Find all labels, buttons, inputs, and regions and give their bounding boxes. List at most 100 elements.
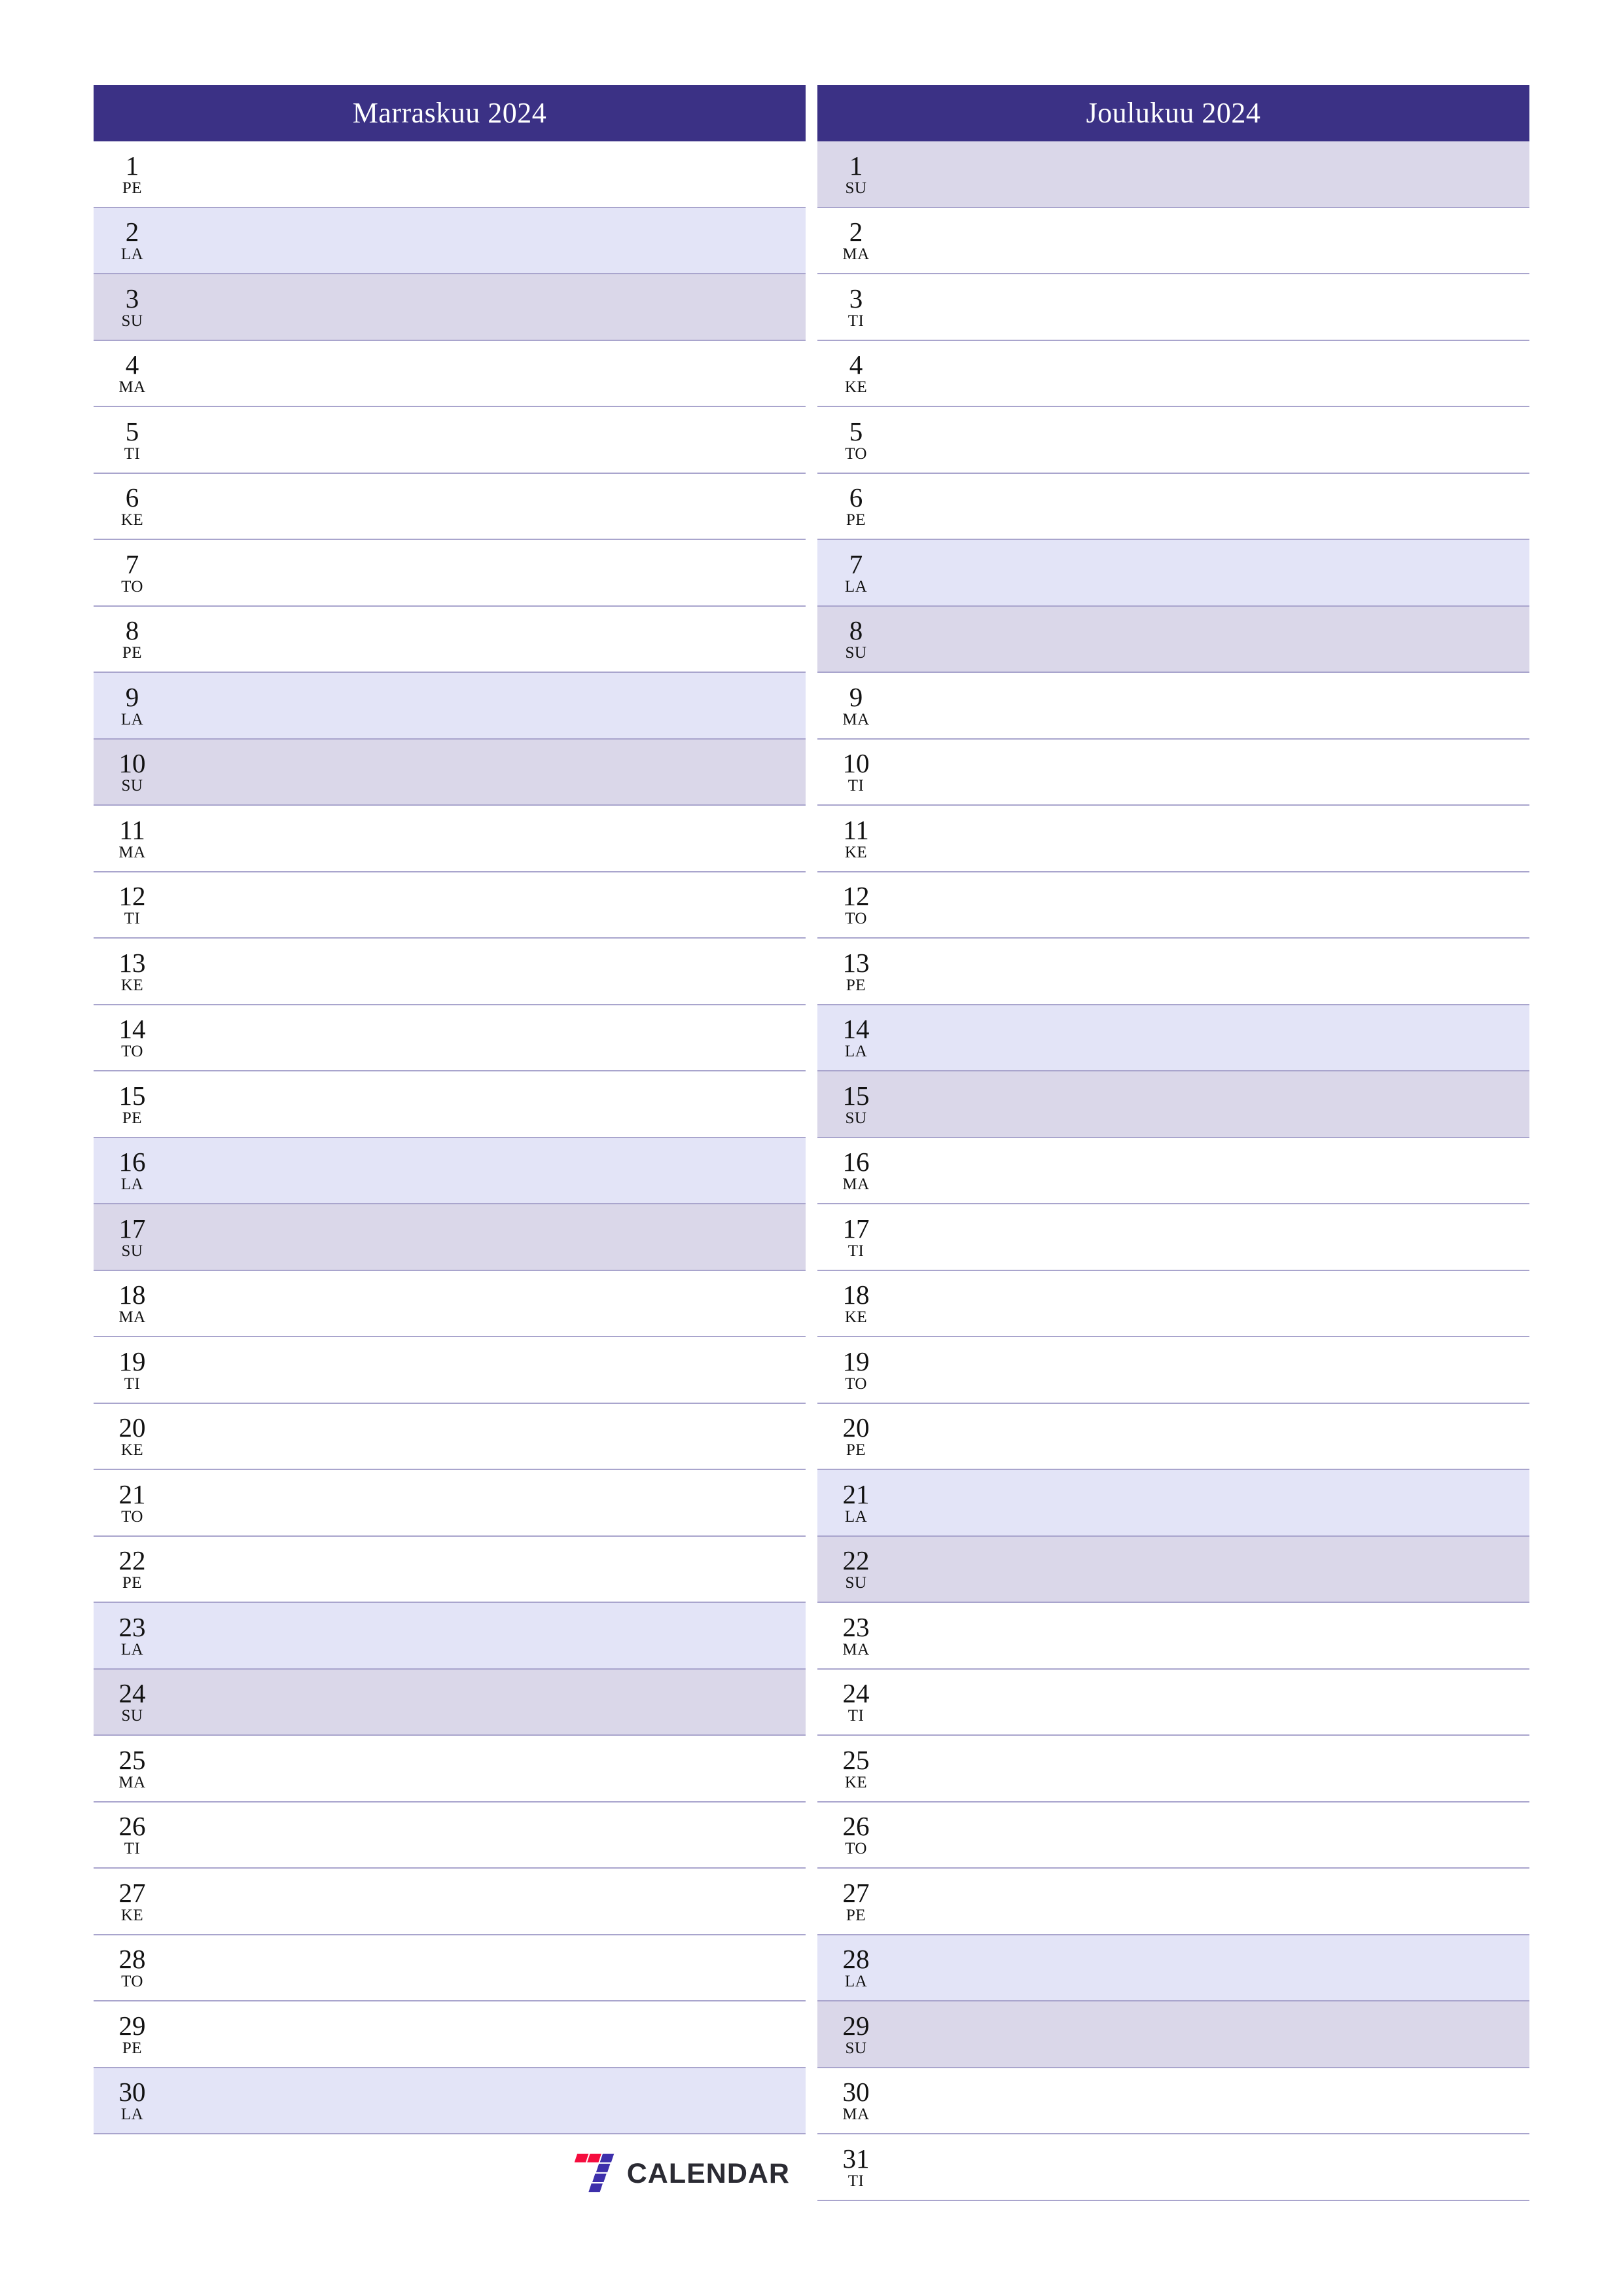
- day-row[interactable]: 3 TI: [817, 274, 1529, 341]
- day-notes-area[interactable]: [171, 341, 806, 406]
- day-row[interactable]: 22 SU: [817, 1536, 1529, 1603]
- day-notes-area[interactable]: [171, 208, 806, 274]
- day-notes-area[interactable]: [895, 1470, 1529, 1535]
- day-notes-area[interactable]: [171, 673, 806, 738]
- day-notes-area[interactable]: [895, 1935, 1529, 2001]
- day-row[interactable]: 24 TI: [817, 1669, 1529, 1736]
- day-notes-area[interactable]: [895, 341, 1529, 406]
- day-row[interactable]: 20 PE: [817, 1403, 1529, 1470]
- day-row[interactable]: 30 LA: [94, 2068, 806, 2134]
- day-row[interactable]: 4 MA: [94, 340, 806, 407]
- day-row[interactable]: 30 MA: [817, 2068, 1529, 2134]
- day-row[interactable]: 24 SU: [94, 1669, 806, 1736]
- day-row[interactable]: 31 TI: [817, 2134, 1529, 2201]
- day-notes-area[interactable]: [895, 607, 1529, 672]
- day-notes-area[interactable]: [171, 1204, 806, 1270]
- day-row[interactable]: 14 LA: [817, 1005, 1529, 1071]
- day-row[interactable]: 13 KE: [94, 939, 806, 1005]
- day-notes-area[interactable]: [171, 1537, 806, 1602]
- day-row[interactable]: 5 TO: [817, 407, 1529, 474]
- day-row[interactable]: 27 PE: [817, 1869, 1529, 1935]
- day-notes-area[interactable]: [171, 2068, 806, 2134]
- day-row[interactable]: 12 TO: [817, 872, 1529, 939]
- day-row[interactable]: 6 KE: [94, 473, 806, 540]
- day-notes-area[interactable]: [895, 1537, 1529, 1602]
- day-row[interactable]: 27 KE: [94, 1869, 806, 1935]
- day-notes-area[interactable]: [171, 1935, 806, 2001]
- day-row[interactable]: 6 PE: [817, 473, 1529, 540]
- day-row[interactable]: 1 PE: [94, 141, 806, 208]
- day-notes-area[interactable]: [895, 1404, 1529, 1469]
- day-notes-area[interactable]: [895, 1803, 1529, 1868]
- day-notes-area[interactable]: [171, 806, 806, 871]
- day-row[interactable]: 2 LA: [94, 207, 806, 274]
- day-notes-area[interactable]: [171, 1138, 806, 1204]
- day-notes-area[interactable]: [171, 607, 806, 672]
- day-notes-area[interactable]: [895, 1138, 1529, 1204]
- day-row[interactable]: 16 MA: [817, 1138, 1529, 1204]
- day-notes-area[interactable]: [171, 740, 806, 805]
- day-notes-area[interactable]: [171, 1071, 806, 1137]
- day-notes-area[interactable]: [895, 872, 1529, 938]
- day-row[interactable]: 11 KE: [817, 806, 1529, 872]
- day-row[interactable]: 10 TI: [817, 739, 1529, 806]
- day-row[interactable]: 23 MA: [817, 1603, 1529, 1670]
- day-row[interactable]: 25 MA: [94, 1736, 806, 1803]
- day-notes-area[interactable]: [895, 208, 1529, 274]
- day-row[interactable]: 10 SU: [94, 739, 806, 806]
- day-notes-area[interactable]: [171, 1803, 806, 1868]
- day-notes-area[interactable]: [171, 274, 806, 340]
- day-notes-area[interactable]: [895, 1337, 1529, 1403]
- day-notes-area[interactable]: [895, 1271, 1529, 1336]
- day-notes-area[interactable]: [895, 407, 1529, 473]
- day-notes-area[interactable]: [895, 673, 1529, 738]
- day-row[interactable]: 16 LA: [94, 1138, 806, 1204]
- day-notes-area[interactable]: [895, 1670, 1529, 1735]
- day-notes-area[interactable]: [171, 939, 806, 1004]
- day-row[interactable]: 7 LA: [817, 540, 1529, 607]
- day-row[interactable]: 7 TO: [94, 540, 806, 607]
- day-row[interactable]: 29 SU: [817, 2001, 1529, 2068]
- day-row[interactable]: 25 KE: [817, 1736, 1529, 1803]
- day-notes-area[interactable]: [895, 474, 1529, 539]
- day-row[interactable]: 1 SU: [817, 141, 1529, 208]
- day-row[interactable]: 11 MA: [94, 806, 806, 872]
- day-notes-area[interactable]: [895, 2134, 1529, 2200]
- day-row[interactable]: 28 LA: [817, 1935, 1529, 2001]
- day-notes-area[interactable]: [171, 474, 806, 539]
- day-row[interactable]: 29 PE: [94, 2001, 806, 2068]
- day-notes-area[interactable]: [895, 2068, 1529, 2134]
- day-notes-area[interactable]: [895, 141, 1529, 207]
- day-row[interactable]: 19 TI: [94, 1337, 806, 1404]
- day-row[interactable]: 28 TO: [94, 1935, 806, 2001]
- day-row[interactable]: 3 SU: [94, 274, 806, 341]
- day-row[interactable]: 21 TO: [94, 1470, 806, 1537]
- day-row[interactable]: 18 MA: [94, 1270, 806, 1337]
- day-row[interactable]: 26 TI: [94, 1802, 806, 1869]
- day-row[interactable]: 9 LA: [94, 673, 806, 740]
- day-notes-area[interactable]: [895, 1005, 1529, 1071]
- day-row[interactable]: 12 TI: [94, 872, 806, 939]
- day-row[interactable]: 15 PE: [94, 1071, 806, 1138]
- day-row[interactable]: 20 KE: [94, 1403, 806, 1470]
- day-row[interactable]: 13 PE: [817, 939, 1529, 1005]
- day-notes-area[interactable]: [171, 1670, 806, 1735]
- day-notes-area[interactable]: [171, 407, 806, 473]
- day-notes-area[interactable]: [171, 1603, 806, 1668]
- day-notes-area[interactable]: [171, 2001, 806, 2067]
- day-notes-area[interactable]: [171, 1404, 806, 1469]
- day-row[interactable]: 9 MA: [817, 673, 1529, 740]
- day-notes-area[interactable]: [895, 540, 1529, 605]
- day-row[interactable]: 21 LA: [817, 1470, 1529, 1537]
- day-row[interactable]: 14 TO: [94, 1005, 806, 1071]
- day-row[interactable]: 23 LA: [94, 1603, 806, 1670]
- day-notes-area[interactable]: [171, 540, 806, 605]
- day-notes-area[interactable]: [895, 1736, 1529, 1801]
- day-notes-area[interactable]: [895, 1071, 1529, 1137]
- day-row[interactable]: 15 SU: [817, 1071, 1529, 1138]
- day-row[interactable]: 26 TO: [817, 1802, 1529, 1869]
- day-notes-area[interactable]: [171, 1337, 806, 1403]
- day-row[interactable]: 2 MA: [817, 207, 1529, 274]
- day-notes-area[interactable]: [895, 1869, 1529, 1934]
- day-notes-area[interactable]: [895, 1204, 1529, 1270]
